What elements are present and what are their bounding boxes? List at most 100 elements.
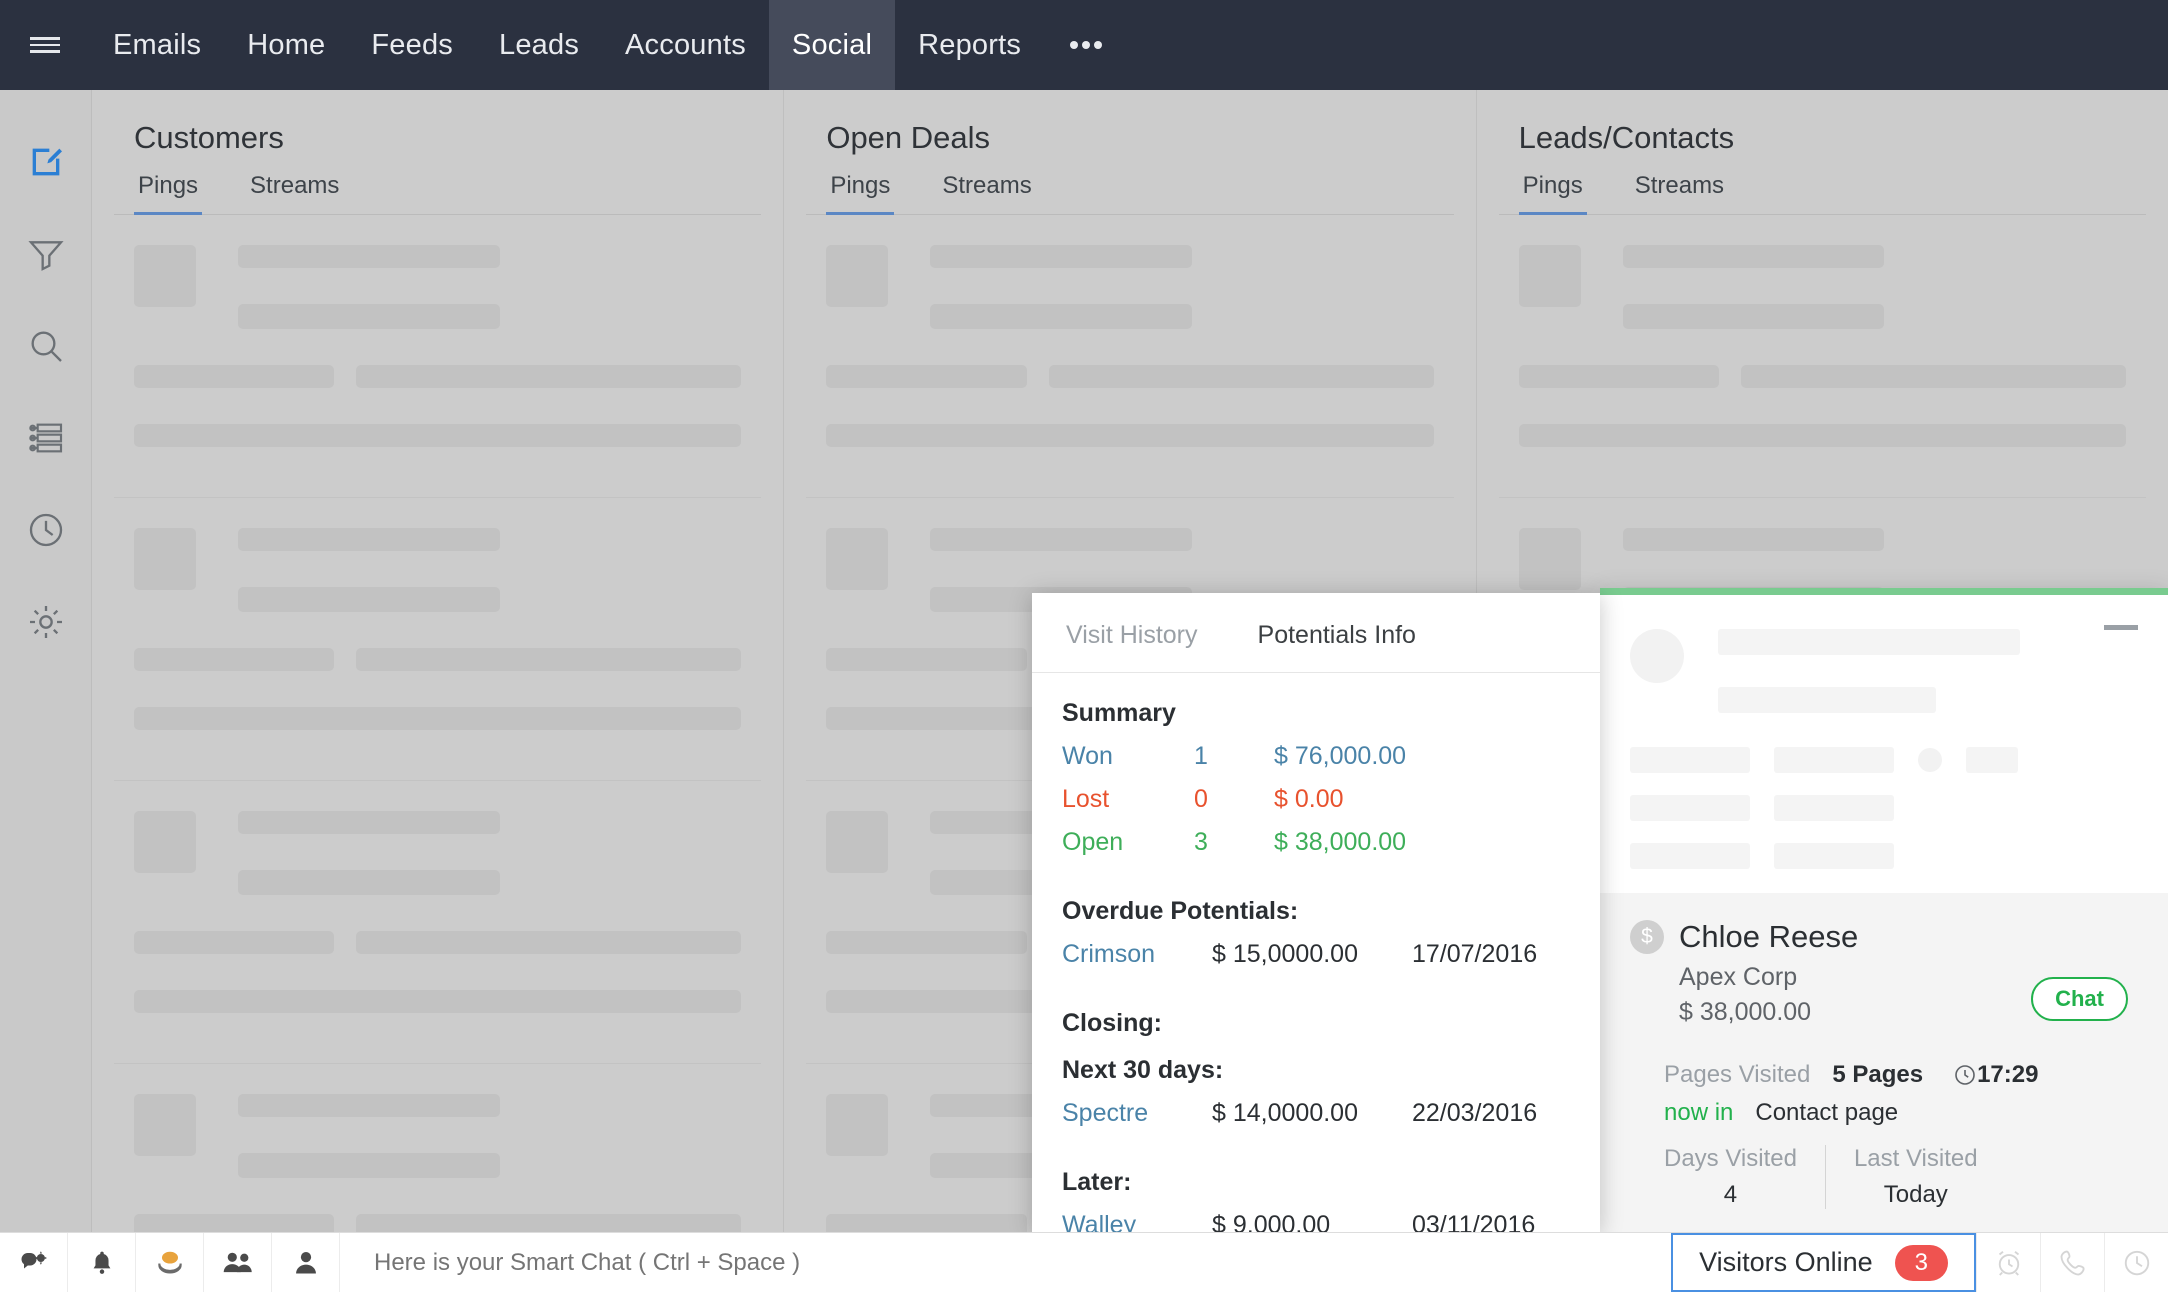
placeholder-line xyxy=(134,707,742,730)
potential-date: 22/03/2016 xyxy=(1412,1099,1538,1127)
placeholder-line xyxy=(826,648,1027,671)
table-row[interactable]: Crimson $ 15,0000.00 17/07/2016 xyxy=(1062,940,1570,969)
status-badge: 3 xyxy=(1894,1244,1948,1281)
placeholder-line xyxy=(356,365,742,388)
visitors-online-label: Visitors Online xyxy=(1699,1247,1873,1277)
placeholder-line xyxy=(238,1153,500,1178)
page-title-open-deals: Open Deals xyxy=(826,120,991,155)
gear-icon[interactable] xyxy=(0,576,92,668)
nav-item-accounts[interactable]: Accounts xyxy=(602,0,769,90)
placeholder-thumb xyxy=(134,811,196,873)
visitor-skeleton-top xyxy=(1600,595,2168,893)
placeholder-dot xyxy=(1918,748,1942,772)
chat-settings-icon[interactable] xyxy=(0,1233,68,1292)
placeholder-line xyxy=(1718,629,2021,655)
nav-item-home[interactable]: Home xyxy=(224,0,348,90)
closing-heading: Closing: xyxy=(1062,1009,1162,1037)
tab-streams-customers[interactable]: Streams xyxy=(246,172,343,214)
placeholder-line xyxy=(1622,528,1885,551)
nav-item-feeds[interactable]: Feeds xyxy=(348,0,476,90)
placeholder-line xyxy=(1622,245,1885,268)
pages-visited-label: Pages Visited xyxy=(1664,1061,1811,1088)
next-30-days-heading: Next 30 days: xyxy=(1062,1056,1224,1084)
app-root: Emails Home Feeds Leads Accounts Social … xyxy=(0,0,2168,1292)
page-title-customers: Customers xyxy=(134,120,284,155)
placeholder-line xyxy=(134,990,742,1013)
tab-streams-open-deals[interactable]: Streams xyxy=(938,172,1035,214)
alarm-clock-icon[interactable] xyxy=(1976,1233,2040,1292)
tab-pings-leads-contacts[interactable]: Pings xyxy=(1518,172,1587,215)
bell-icon[interactable] xyxy=(68,1233,136,1292)
tab-pings-customers[interactable]: Pings xyxy=(134,172,203,215)
table-row[interactable]: Walley $ 9,000.00 03/11/2016 xyxy=(1062,1211,1570,1233)
tab-potentials-info[interactable]: Potentials Info xyxy=(1254,621,1420,672)
potential-name-walley[interactable]: Walley xyxy=(1062,1211,1212,1233)
left-icon-rail xyxy=(0,90,92,1232)
list-item[interactable] xyxy=(114,215,762,498)
placeholder-thumb xyxy=(1518,528,1581,590)
compose-icon[interactable] xyxy=(0,116,92,208)
more-dots-icon[interactable] xyxy=(1044,0,1128,90)
clock-icon xyxy=(1955,1065,1975,1085)
filter-icon[interactable] xyxy=(0,208,92,300)
list-item[interactable] xyxy=(1498,215,2146,498)
hamburger-menu-icon[interactable] xyxy=(0,0,90,90)
tab-streams-leads-contacts[interactable]: Streams xyxy=(1631,172,1728,214)
column-customers: Customers Pings Streams xyxy=(92,90,785,1292)
placeholder-thumb xyxy=(1518,245,1581,307)
placeholder-line xyxy=(134,365,335,388)
list-item[interactable] xyxy=(806,215,1454,498)
tab-visit-history[interactable]: Visit History xyxy=(1062,621,1202,672)
list-settings-icon[interactable] xyxy=(0,392,92,484)
placeholder-line xyxy=(1518,424,2126,447)
placeholder-line xyxy=(1718,687,1937,713)
placeholder-line xyxy=(238,304,500,329)
clock-icon[interactable] xyxy=(2104,1233,2168,1292)
summary-row-lost: Lost 0 $ 0.00 xyxy=(1062,785,1570,814)
potential-name-spectre[interactable]: Spectre xyxy=(1062,1099,1212,1128)
summary-count-won: 1 xyxy=(1194,742,1208,770)
summary-amount-won: $ 76,000.00 xyxy=(1274,742,1407,770)
placeholder-thumb xyxy=(134,1094,196,1156)
placeholder-line xyxy=(238,870,500,895)
nav-item-leads[interactable]: Leads xyxy=(476,0,602,90)
page-title-leads-contacts: Leads/Contacts xyxy=(1518,120,1735,155)
summary-count-open: 3 xyxy=(1194,828,1208,856)
minimize-icon[interactable] xyxy=(2104,625,2138,630)
placeholder-line xyxy=(1630,747,1750,773)
placeholder-line xyxy=(1966,747,2018,773)
bottom-bar: Visitors Online 3 xyxy=(0,1232,2168,1292)
visitor-card[interactable]: $ Chloe Reese Apex Corp $ 38,000.00 Chat… xyxy=(1600,893,2168,1232)
placeholder-thumb xyxy=(134,245,196,307)
nav-item-emails[interactable]: Emails xyxy=(90,0,224,90)
chat-bubbles-icon[interactable] xyxy=(136,1233,204,1292)
nav-item-reports[interactable]: Reports xyxy=(895,0,1044,90)
people-icon[interactable] xyxy=(204,1233,272,1292)
clock-icon[interactable] xyxy=(0,484,92,576)
nav-item-social[interactable]: Social xyxy=(768,0,896,90)
search-icon[interactable] xyxy=(0,300,92,392)
summary-row-won: Won 1 $ 76,000.00 xyxy=(1062,742,1570,771)
placeholder-line xyxy=(238,587,500,612)
days-visited-value: 4 xyxy=(1723,1181,1738,1208)
search-input[interactable] xyxy=(340,1233,1672,1292)
placeholder-thumb xyxy=(826,245,889,307)
visitor-panel: $ Chloe Reese Apex Corp $ 38,000.00 Chat… xyxy=(1600,588,2168,1232)
visitors-online-button[interactable]: Visitors Online 3 xyxy=(1671,1233,1976,1292)
placeholder-line xyxy=(1774,843,1894,869)
placeholder-line xyxy=(826,424,1434,447)
person-icon[interactable] xyxy=(272,1233,340,1292)
placeholder-line xyxy=(1630,795,1750,821)
table-row[interactable]: Spectre $ 14,0000.00 22/03/2016 xyxy=(1062,1099,1570,1128)
list-item[interactable] xyxy=(114,498,762,781)
chat-button[interactable]: Chat xyxy=(2031,977,2128,1021)
placeholder-line xyxy=(356,648,742,671)
summary-amount-open: $ 38,000.00 xyxy=(1274,828,1407,856)
phone-icon[interactable] xyxy=(2040,1233,2104,1292)
list-item[interactable] xyxy=(114,781,762,1064)
visit-time-value: 17:29 xyxy=(1977,1061,2039,1088)
placeholder-line xyxy=(930,245,1193,268)
placeholder-line xyxy=(1048,365,1434,388)
potential-name-crimson[interactable]: Crimson xyxy=(1062,940,1212,969)
tab-pings-open-deals[interactable]: Pings xyxy=(826,172,895,215)
